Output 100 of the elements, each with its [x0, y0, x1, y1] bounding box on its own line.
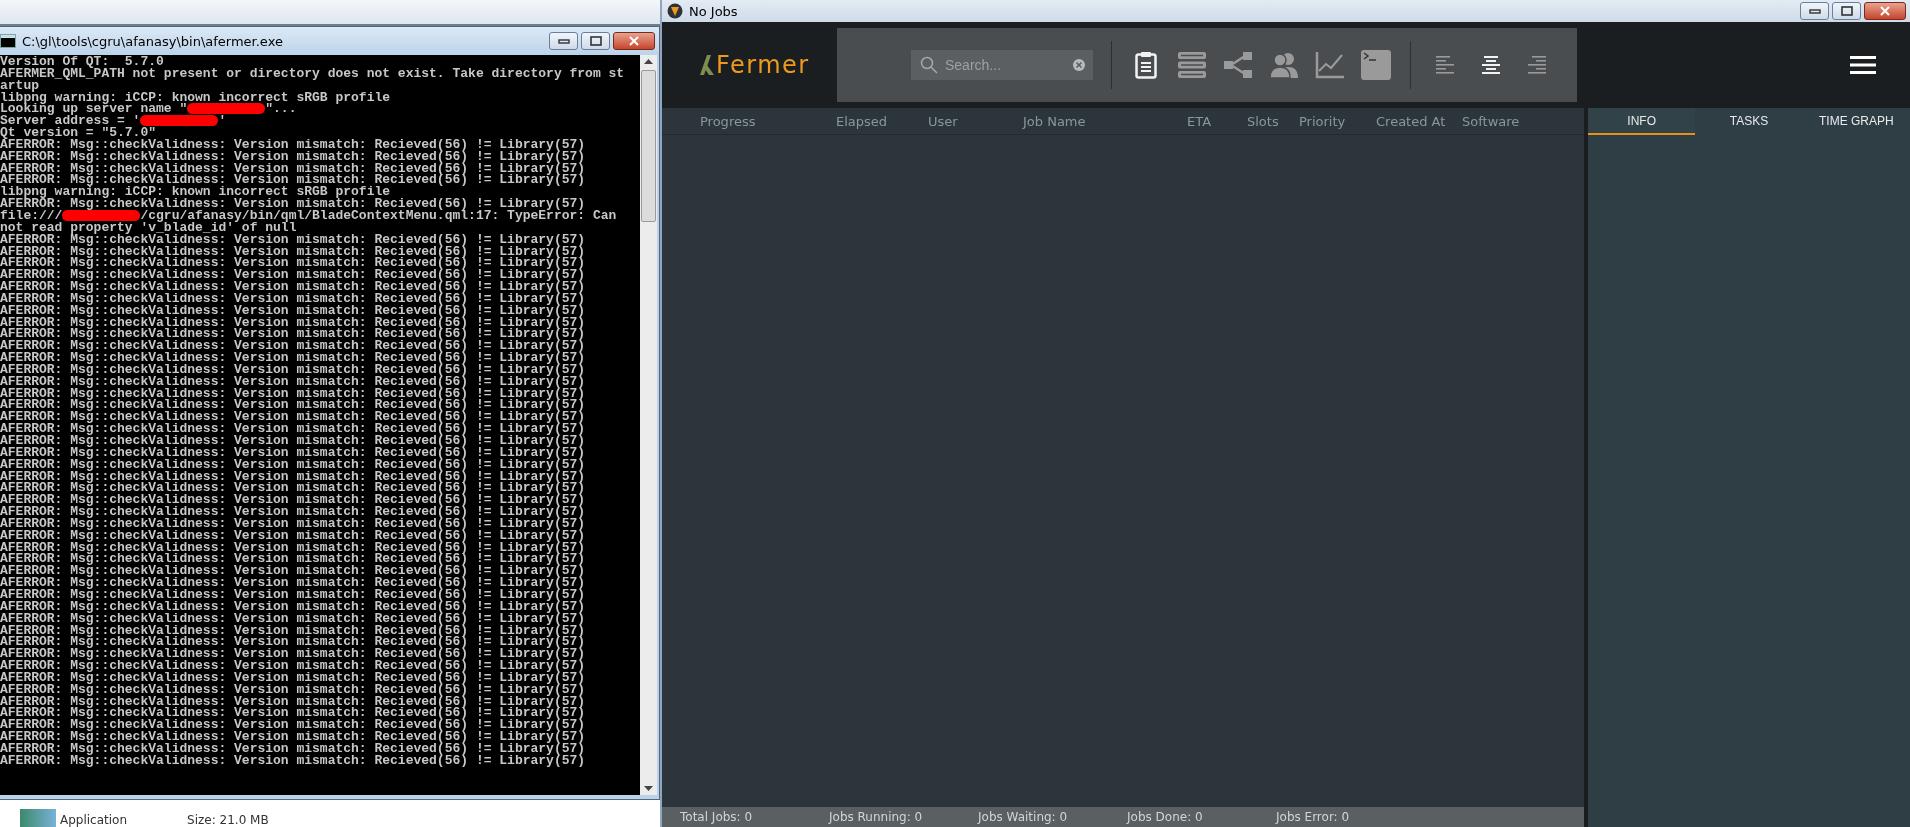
console-line: AFERMER_QML_PATH not present or directory does not exist. Take directory from st [0, 67, 625, 80]
minimize-button[interactable] [549, 32, 578, 50]
console-line: AFERROR: Msg::checkValidness: Version mismatch: Recieved(56) != Library(57) [0, 423, 586, 435]
column-header[interactable]: Progress [700, 113, 836, 129]
console-line: Version Of QT: 5.7.0 [0, 56, 164, 68]
console-line: Qt version = "5.7.0" [0, 127, 157, 139]
column-header[interactable]: ETA [1187, 113, 1247, 129]
maximize-icon [1840, 6, 1853, 16]
console-line: AFERROR: Msg::checkValidness: Version mismatch: Recieved(56) != Library(57) [0, 281, 586, 293]
status-text: Jobs Running: 0 [829, 810, 924, 824]
console-line: AFERROR: Msg::checkValidness: Version mismatch: Recieved(56) != Library(57) [0, 150, 586, 163]
column-header[interactable]: Job Name [1023, 113, 1187, 129]
scroll-down-icon[interactable] [644, 786, 653, 791]
console-line: AFERROR: Msg::checkValidness: Version mismatch: Recieved(56) != Library(57) [0, 162, 586, 175]
console-line: AFERROR: Msg::checkValidness: Version mismatch: Recieved(56) != Library(57) [0, 387, 586, 400]
logo-icon [700, 55, 714, 75]
console-line: AFERROR: Msg::checkValidness: Version mismatch: Recieved(56) != Library(57) [0, 352, 586, 364]
console-line: AFERROR: Msg::checkValidness: Version mismatch: Recieved(56) != Library(57) [0, 257, 586, 270]
status-text: Jobs Error: 0 [1276, 810, 1351, 824]
console-line: AFERROR: Msg::checkValidness: Version mismatch: Recieved(56) != Library(57) [0, 292, 586, 305]
console-line: AFERROR: Msg::checkValidness: Version mismatch: Recieved(56) != Library(57) [0, 494, 586, 507]
console-line: AFERROR: Msg::checkValidness: Version mismatch: Recieved(56) != Library(57) [0, 506, 586, 518]
console-line: AFERROR: Msg::checkValidness: Version mismatch: Recieved(56) != Library(57) [0, 529, 586, 542]
console-line: AFERROR: Msg::checkValidness: Version mismatch: Recieved(56) != Library(57) [0, 719, 586, 732]
maximize-button[interactable] [581, 32, 610, 50]
console-line: AFERROR: Msg::checkValidness: Version mismatch: Recieved(56) != Library(57) [0, 304, 586, 317]
status-text: Jobs Done: 0 [1127, 810, 1204, 824]
search-field[interactable]: Search... [911, 50, 1093, 80]
console-line: AFERROR: Msg::checkValidness: Version mismatch: Recieved(56) != Library(57) [0, 198, 586, 210]
window-title: No Jobs [689, 3, 739, 19]
console-line: AFERROR: Msg::checkValidness: Version mismatch: Recieved(56) != Library(57) [0, 731, 586, 743]
console-text: ' [218, 113, 227, 129]
console-line: AFERROR: Msg::checkValidness: Version mismatch: Recieved(56) != Library(57) [0, 363, 586, 376]
console-line: AFERROR: Msg::checkValidness: Version mismatch: Recieved(56) != Library(57) [0, 174, 586, 187]
console-line: AFERROR: Msg::checkValidness: Version mismatch: Recieved(56) != Library(57) [0, 695, 586, 708]
console-line: AFERROR: Msg::checkValidness: Version mismatch: Recieved(56) != Library(57) [0, 517, 586, 530]
console-line: AFERROR: Msg::checkValidness: Version mismatch: Recieved(56) != Library(57) [0, 541, 586, 554]
column-header[interactable]: Slots [1247, 113, 1299, 129]
console-line: AFERROR: Msg::checkValidness: Version mismatch: Recieved(56) != Library(57) [0, 470, 586, 483]
console-line: AFERROR: Msg::checkValidness: Version mismatch: Recieved(56) != Library(57) [0, 565, 586, 578]
console-line: AFERROR: Msg::checkValidness: Version mismatch: Recieved(56) != Library(57) [0, 399, 586, 412]
console-line: AFERROR: Msg::checkValidness: Version mismatch: Recieved(56) != Library(57) [0, 683, 586, 696]
menu-button[interactable] [1850, 55, 1876, 75]
console-icon [0, 34, 16, 48]
file-type: Application [60, 813, 128, 827]
console-line: AFERROR: Msg::checkValidness: Version mismatch: Recieved(56) != Library(57) [0, 754, 586, 767]
minimize-icon [1808, 8, 1821, 14]
maximize-icon [589, 36, 602, 46]
maximize-button[interactable] [1832, 2, 1861, 20]
console-line: AFERROR: Msg::checkValidness: Version mismatch: Recieved(56) != Library(57) [0, 482, 586, 495]
console-line: AFERROR: Msg::checkValidness: Version mismatch: Recieved(56) != Library(57) [0, 245, 586, 258]
status-text: Total Jobs: 0 [680, 810, 754, 824]
file-size: Size: 21.0 MB [187, 813, 269, 827]
console-line: AFERROR: Msg::checkValidness: Version mismatch: Recieved(56) != Library(57) [0, 707, 586, 720]
minimize-icon [557, 38, 570, 44]
console-line: libpng warning: iCCP: known incorrect sRGB profile [0, 91, 391, 104]
console-line: AFERROR: Msg::checkValidness: Version mismatch: Recieved(56) != Library(57) [0, 138, 586, 151]
panel-tab[interactable]: INFO [1588, 108, 1696, 135]
column-header[interactable]: User [928, 113, 1023, 129]
column-header[interactable]: Created At [1376, 113, 1462, 129]
scroll-up-icon[interactable] [644, 59, 653, 64]
console-line: AFERROR: Msg::checkValidness: Version mismatch: Recieved(56) != Library(57) [0, 612, 586, 625]
console-text: "... [265, 101, 297, 117]
console-line: AFERROR: Msg::checkValidness: Version mismatch: Recieved(56) != Library(57) [0, 742, 586, 755]
servers-view-button[interactable] [1176, 51, 1208, 79]
status-text: Jobs Waiting: 0 [978, 810, 1069, 824]
app-icon [667, 3, 683, 19]
console-line: AFERROR: Msg::checkValidness: Version mismatch: Recieved(56) != Library(57) [0, 316, 586, 329]
column-header[interactable]: Software [1462, 113, 1582, 129]
console-line: artup [0, 79, 39, 92]
chart-view-button[interactable] [1314, 51, 1346, 79]
console-line: AFERROR: Msg::checkValidness: Version mismatch: Recieved(56) != Library(57) [0, 588, 586, 601]
scrollbar[interactable] [640, 55, 657, 795]
console-line: AFERROR: Msg::checkValidness: Version mismatch: Recieved(56) != Library(57) [0, 648, 586, 661]
window-title: C:\gl\tools\cgru\afanasy\bin\afermer.exe [22, 33, 284, 49]
file-icon [20, 809, 56, 827]
minimize-button[interactable] [1800, 2, 1829, 20]
console-line: AFERROR: Msg::checkValidness: Version mismatch: Recieved(56) != Library(57) [0, 624, 586, 637]
console-line: AFERROR: Msg::checkValidness: Version mismatch: Recieved(56) != Library(57) [0, 269, 586, 282]
close-icon [1879, 6, 1891, 16]
console-line: AFERROR: Msg::checkValidness: Version mismatch: Recieved(56) != Library(57) [0, 340, 586, 353]
share-view-button[interactable] [1222, 51, 1254, 79]
users-view-button[interactable] [1268, 51, 1300, 79]
console-line: AFERROR: Msg::checkValidness: Version mismatch: Recieved(56) != Library(57) [0, 328, 586, 341]
column-header[interactable]: Elapsed [836, 113, 928, 129]
terminal-view-button[interactable] [1360, 50, 1392, 80]
console-line: AFERROR: Msg::checkValidness: Version mismatch: Recieved(56) != Library(57) [0, 411, 586, 424]
console-line: libpng warning: iCCP: known incorrect sRGB profile [0, 186, 391, 199]
console-line: AFERROR: Msg::checkValidness: Version mismatch: Recieved(56) != Library(57) [0, 671, 586, 684]
console-line: AFERROR: Msg::checkValidness: Version mismatch: Recieved(56) != Library(57) [0, 553, 586, 566]
console-line: AFERROR: Msg::checkValidness: Version mismatch: Recieved(56) != Library(57) [0, 458, 586, 471]
console-line: AFERROR: Msg::checkValidness: Version mismatch: Recieved(56) != Library(57) [0, 233, 586, 246]
close-button[interactable] [1864, 2, 1906, 20]
console-text: file:/// [0, 207, 63, 223]
console-line: AFERROR: Msg::checkValidness: Version mismatch: Recieved(56) != Library(57) [0, 660, 586, 672]
close-button[interactable] [613, 32, 655, 50]
scrollbar-thumb[interactable] [641, 70, 656, 222]
column-header[interactable]: Priority [1299, 113, 1376, 129]
console-line: AFERROR: Msg::checkValidness: Version mismatch: Recieved(56) != Library(57) [0, 435, 586, 447]
clear-icon[interactable] [1073, 59, 1085, 71]
